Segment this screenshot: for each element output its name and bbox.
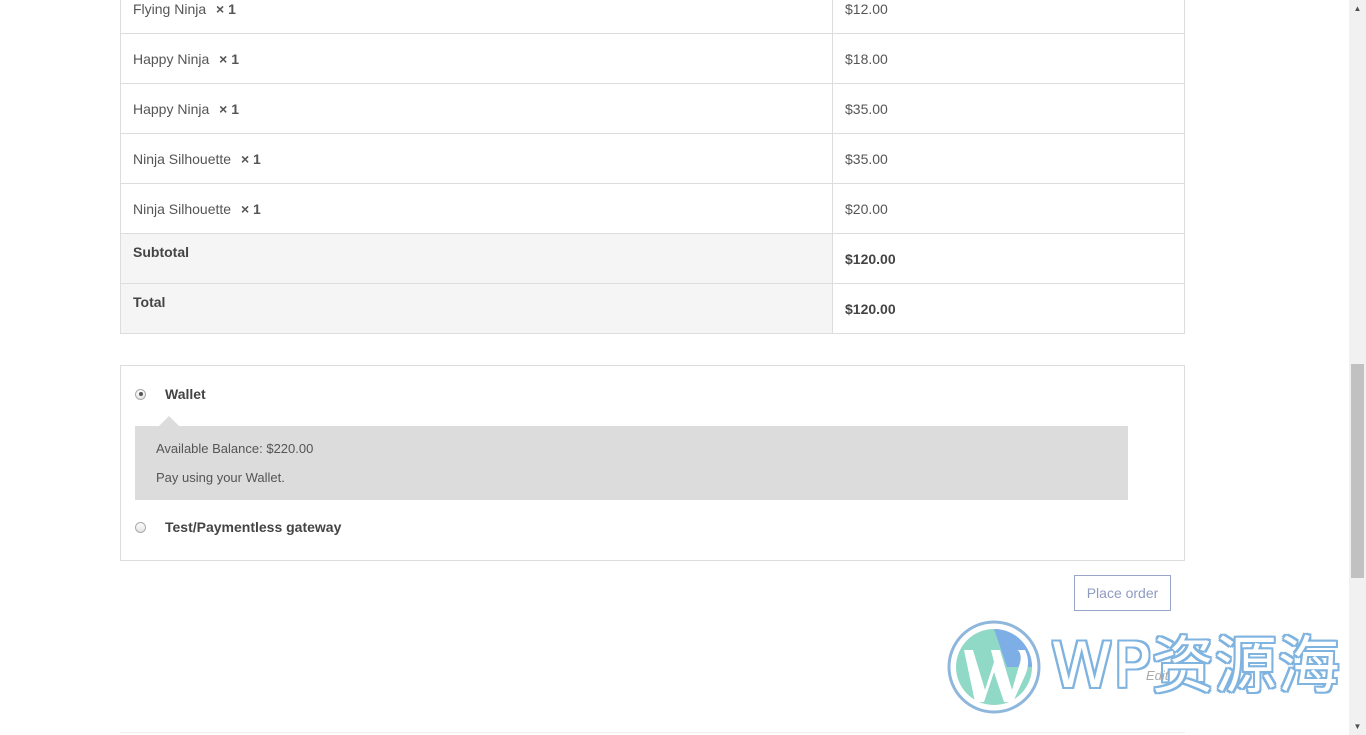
product-quantity: × 1 [240,150,261,167]
subtotal-row: Subtotal $120.00 [120,233,1185,284]
table-row: Happy Ninja × 1 $35.00 [120,83,1185,134]
scroll-down-icon[interactable]: ▼ [1349,718,1366,735]
product-price: $20.00 [845,200,888,217]
table-row: Flying Ninja × 1 $12.00 [120,0,1185,34]
total-label-cell: Total [120,283,833,334]
wallet-radio[interactable] [135,388,146,400]
subtotal-value: $120.00 [845,250,896,267]
product-quantity: × 1 [219,50,240,67]
product-name: Flying Ninja [133,0,207,17]
product-price: $18.00 [845,50,888,67]
wallet-description: Available Balance: $220.00 Pay using you… [135,416,1128,500]
total-value-cell: $120.00 [832,283,1185,334]
wallet-label[interactable]: Wallet [165,386,206,402]
product-name: Happy Ninja [133,50,210,67]
product-quantity: × 1 [216,0,236,17]
total-label: Total [133,294,166,310]
scrollbar-thumb[interactable] [1351,364,1364,578]
product-name-cell: Ninja Silhouette × 1 [120,133,833,184]
product-price: $35.00 [845,100,888,117]
product-name: Happy Ninja [133,100,210,117]
vertical-scrollbar[interactable]: ▲ ▼ [1349,0,1366,735]
product-price: $35.00 [845,150,888,167]
product-name-cell: Happy Ninja × 1 [120,83,833,134]
total-value: $120.00 [845,300,896,317]
total-row: Total $120.00 [120,283,1185,334]
available-balance: Available Balance: $220.00 [156,441,314,456]
product-total-cell: $35.00 [832,83,1185,134]
edit-link[interactable]: Edit [1146,668,1168,683]
product-name: Ninja Silhouette [133,200,232,217]
place-order-button[interactable]: Place order [1074,575,1171,611]
product-price: $12.00 [845,0,888,17]
product-total-cell: $18.00 [832,33,1185,84]
subtotal-label-cell: Subtotal [120,233,833,284]
product-name: Ninja Silhouette [133,150,232,167]
table-row: Ninja Silhouette × 1 $35.00 [120,133,1185,184]
divider [120,732,1185,733]
payment-method-wallet[interactable]: Wallet [135,386,206,402]
watermark-text: WP资源海 [1051,629,1341,702]
table-row: Ninja Silhouette × 1 $20.00 [120,183,1185,234]
product-total-cell: $35.00 [832,133,1185,184]
order-review-table: Flying Ninja × 1 $12.00 Happy Ninja × 1 … [120,0,1185,334]
wordpress-logo-icon [947,620,1041,714]
product-name-cell: Ninja Silhouette × 1 [120,183,833,234]
product-quantity: × 1 [240,200,261,217]
payment-methods: Wallet Available Balance: $220.00 Pay us… [120,365,1185,561]
product-name-cell: Happy Ninja × 1 [120,33,833,84]
product-name-cell: Flying Ninja × 1 [120,0,833,34]
scroll-up-icon[interactable]: ▲ [1349,0,1366,17]
test-gateway-radio[interactable] [135,521,146,533]
subtotal-value-cell: $120.00 [832,233,1185,284]
subtotal-label: Subtotal [133,244,189,260]
table-row: Happy Ninja × 1 $18.00 [120,33,1185,84]
product-total-cell: $20.00 [832,183,1185,234]
payment-method-test-gateway[interactable]: Test/Paymentless gateway [135,519,341,535]
product-total-cell: $12.00 [832,0,1185,34]
product-quantity: × 1 [219,100,240,117]
wallet-note: Pay using your Wallet. [156,470,285,485]
test-gateway-label[interactable]: Test/Paymentless gateway [165,519,341,535]
